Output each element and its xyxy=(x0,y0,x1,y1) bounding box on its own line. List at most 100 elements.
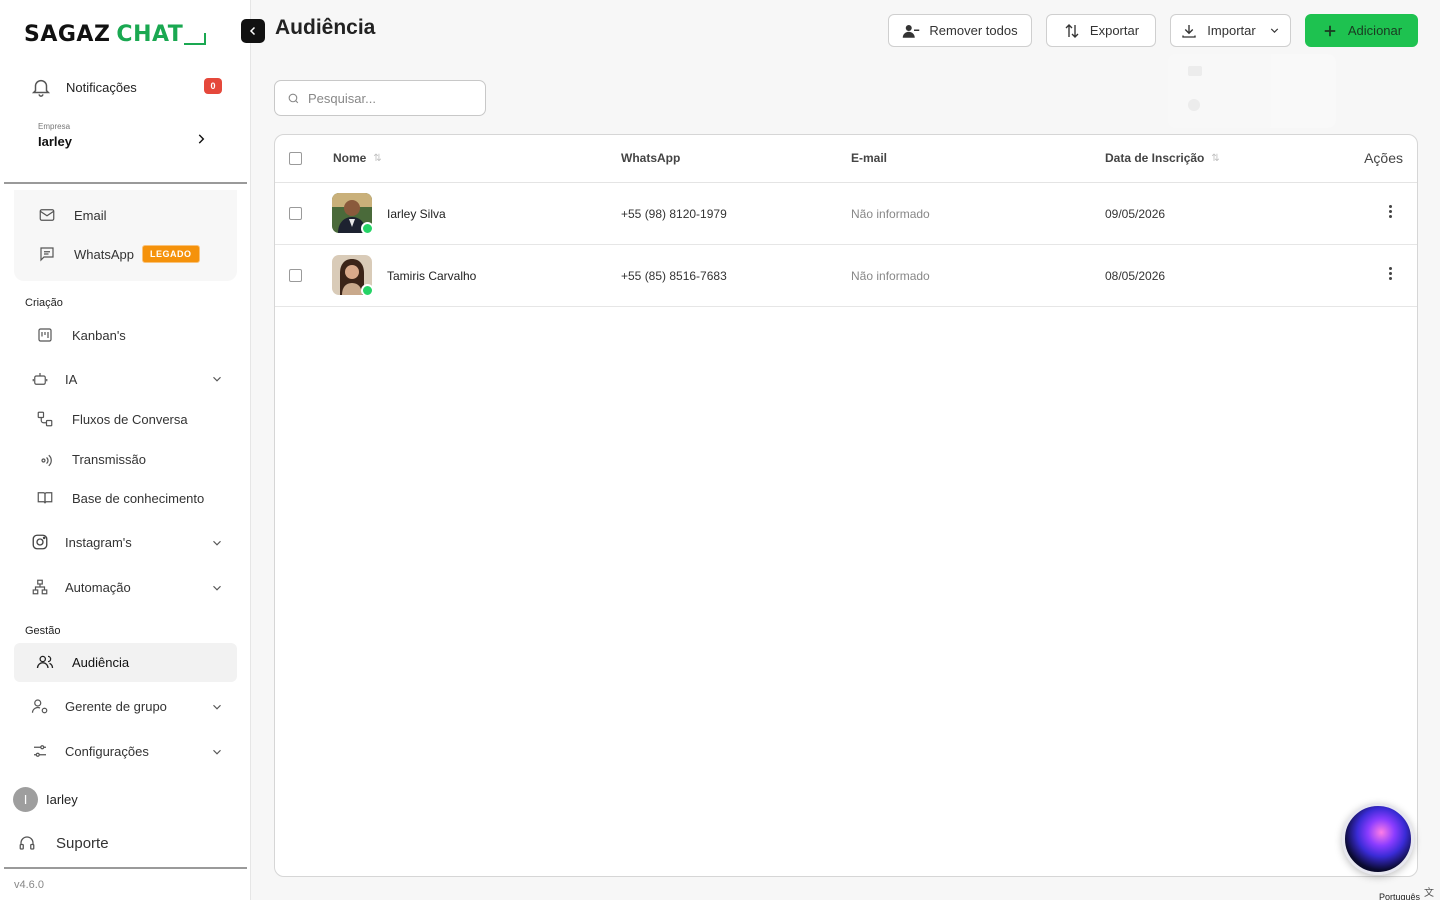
sidebar-item-ia[interactable]: IA xyxy=(31,361,77,397)
user-profile[interactable]: I Iarley xyxy=(13,787,78,812)
audience-table: Nome ⇅ WhatsApp E-mail Data de Inscrição… xyxy=(274,134,1418,877)
arrows-up-down-icon xyxy=(1065,23,1079,38)
sidebar-item-settings[interactable]: Configurações xyxy=(31,733,149,769)
language-label: Português xyxy=(1379,892,1421,900)
ai-assistant-orb-button[interactable] xyxy=(1342,803,1414,875)
chevron-down-icon[interactable] xyxy=(210,372,224,386)
column-label: WhatsApp xyxy=(621,151,681,165)
column-header-name[interactable]: Nome ⇅ xyxy=(333,151,382,165)
sidebar-item-label: Configurações xyxy=(65,743,149,759)
export-label: Exportar xyxy=(1089,23,1140,38)
sidebar-item-group-manager[interactable]: Gerente de grupo xyxy=(31,688,167,724)
brand-logo[interactable]: SAGAZ CHAT xyxy=(24,20,207,48)
chevron-right-icon xyxy=(198,134,205,144)
column-label: E-mail xyxy=(851,151,888,165)
row-checkbox[interactable] xyxy=(289,269,302,282)
chevron-down-icon[interactable] xyxy=(210,700,224,714)
collapse-sidebar-button[interactable] xyxy=(241,19,265,43)
search-input[interactable] xyxy=(308,90,468,106)
export-button[interactable]: Exportar xyxy=(1046,14,1156,47)
support-label: Suporte xyxy=(56,834,109,852)
sidebar-item-label: Gerente de grupo xyxy=(65,698,167,714)
sidebar-item-audience[interactable]: Audiência xyxy=(36,644,129,680)
table-header: Nome ⇅ WhatsApp E-mail Data de Inscrição… xyxy=(275,135,1417,183)
chevron-down-icon[interactable] xyxy=(210,745,224,759)
divider xyxy=(4,182,247,184)
sidebar-item-label: Email xyxy=(74,207,107,223)
column-header-whatsapp: WhatsApp xyxy=(621,151,680,165)
user-minus-icon xyxy=(903,24,920,38)
contact-whatsapp: +55 (85) 8516-7683 xyxy=(621,269,727,283)
contact-name: Iarley Silva xyxy=(387,207,446,221)
users-icon xyxy=(36,655,54,669)
sidebar-item-label: Audiência xyxy=(72,654,130,670)
chevron-down-icon[interactable] xyxy=(210,536,224,550)
import-menu-option xyxy=(1168,54,1336,88)
column-header-actions: Ações xyxy=(1364,150,1403,166)
row-checkbox[interactable] xyxy=(289,207,302,220)
sidebar-item-email[interactable]: Email xyxy=(38,197,107,233)
column-label: Data de Inscrição xyxy=(1105,151,1205,165)
bot-icon xyxy=(32,373,48,385)
column-label: Ações xyxy=(1364,150,1403,166)
notifications-item[interactable]: Notificações 0 xyxy=(30,72,230,102)
broadcast-icon xyxy=(41,454,52,467)
support-link[interactable]: Suporte xyxy=(18,834,109,852)
sort-icon: ⇅ xyxy=(1211,152,1220,164)
page-title: Audiência xyxy=(275,16,376,39)
remove-all-button[interactable]: Remover todos xyxy=(888,14,1032,47)
column-header-date[interactable]: Data de Inscrição ⇅ xyxy=(1105,151,1220,165)
sidebar-item-label: Automação xyxy=(65,579,131,595)
chevron-down-icon xyxy=(1270,28,1278,33)
column-label: Nome xyxy=(333,151,367,165)
company-selector[interactable]: Empresa Iarley xyxy=(38,122,218,149)
remove-all-label: Remover todos xyxy=(929,23,1018,38)
sidebar-item-label: Instagram's xyxy=(65,534,132,550)
more-vertical-icon[interactable] xyxy=(1388,267,1392,281)
workflow-icon xyxy=(37,411,53,427)
notifications-count-badge: 0 xyxy=(204,78,222,94)
select-all-checkbox[interactable] xyxy=(289,152,302,165)
instagram-icon xyxy=(32,534,48,550)
company-name: Iarley xyxy=(38,134,72,149)
import-dropdown-button[interactable]: Importar xyxy=(1170,14,1291,47)
import-label: Importar xyxy=(1207,23,1256,38)
section-caption-management: Gestão xyxy=(25,625,61,637)
contact-email: Não informado xyxy=(851,269,930,283)
translate-icon: 文A xyxy=(1424,888,1435,900)
mail-icon xyxy=(39,209,55,221)
add-contact-button[interactable]: Adicionar xyxy=(1305,14,1418,47)
divider xyxy=(4,867,247,869)
sidebar-item-label: Fluxos de Conversa xyxy=(72,411,188,427)
language-selector[interactable]: Português 文A xyxy=(1379,884,1440,900)
chevron-down-icon[interactable] xyxy=(210,581,224,595)
legacy-badge: LEGADO xyxy=(141,245,200,263)
sidebar-item-broadcast[interactable]: Transmissão xyxy=(36,441,146,477)
more-vertical-icon[interactable] xyxy=(1388,205,1392,219)
table-row[interactable]: Iarley Silva +55 (98) 8120-1979 Não info… xyxy=(275,183,1417,245)
whatsapp-icon xyxy=(1188,99,1200,111)
headset-icon xyxy=(19,836,35,850)
contact-subscription-date: 09/05/2026 xyxy=(1105,207,1166,221)
sidebar-item-label: Kanban's xyxy=(72,327,126,343)
brand-name-part2: CHAT xyxy=(116,21,184,47)
whatsapp-icon xyxy=(361,222,374,235)
search-box[interactable] xyxy=(274,80,486,116)
user-cog-icon xyxy=(31,699,48,714)
table-icon xyxy=(1188,66,1202,76)
sidebar-item-whatsapp[interactable]: WhatsApp LEGADO xyxy=(38,236,200,272)
sidebar-item-label: WhatsApp xyxy=(74,246,134,262)
download-icon xyxy=(1182,24,1196,38)
sidebar-item-knowledge[interactable]: Base de conhecimento xyxy=(36,480,204,516)
chevron-left-icon xyxy=(249,26,256,36)
contact-whatsapp: +55 (98) 8120-1979 xyxy=(621,207,727,221)
sidebar-item-kanban[interactable]: Kanban's xyxy=(36,317,126,353)
message-square-icon xyxy=(40,247,54,262)
table-row[interactable]: Tamiris Carvalho +55 (85) 8516-7683 Não … xyxy=(275,245,1417,307)
sidebar-item-flows[interactable]: Fluxos de Conversa xyxy=(36,401,188,437)
sidebar-item-instagram[interactable]: Instagram's xyxy=(31,524,132,560)
sidebar: SAGAZ CHAT Notificações 0 Empresa Iarley… xyxy=(0,0,251,900)
chat-bubble-icon xyxy=(184,33,207,45)
book-open-icon xyxy=(37,492,53,504)
sidebar-item-automation[interactable]: Automação xyxy=(31,569,131,605)
